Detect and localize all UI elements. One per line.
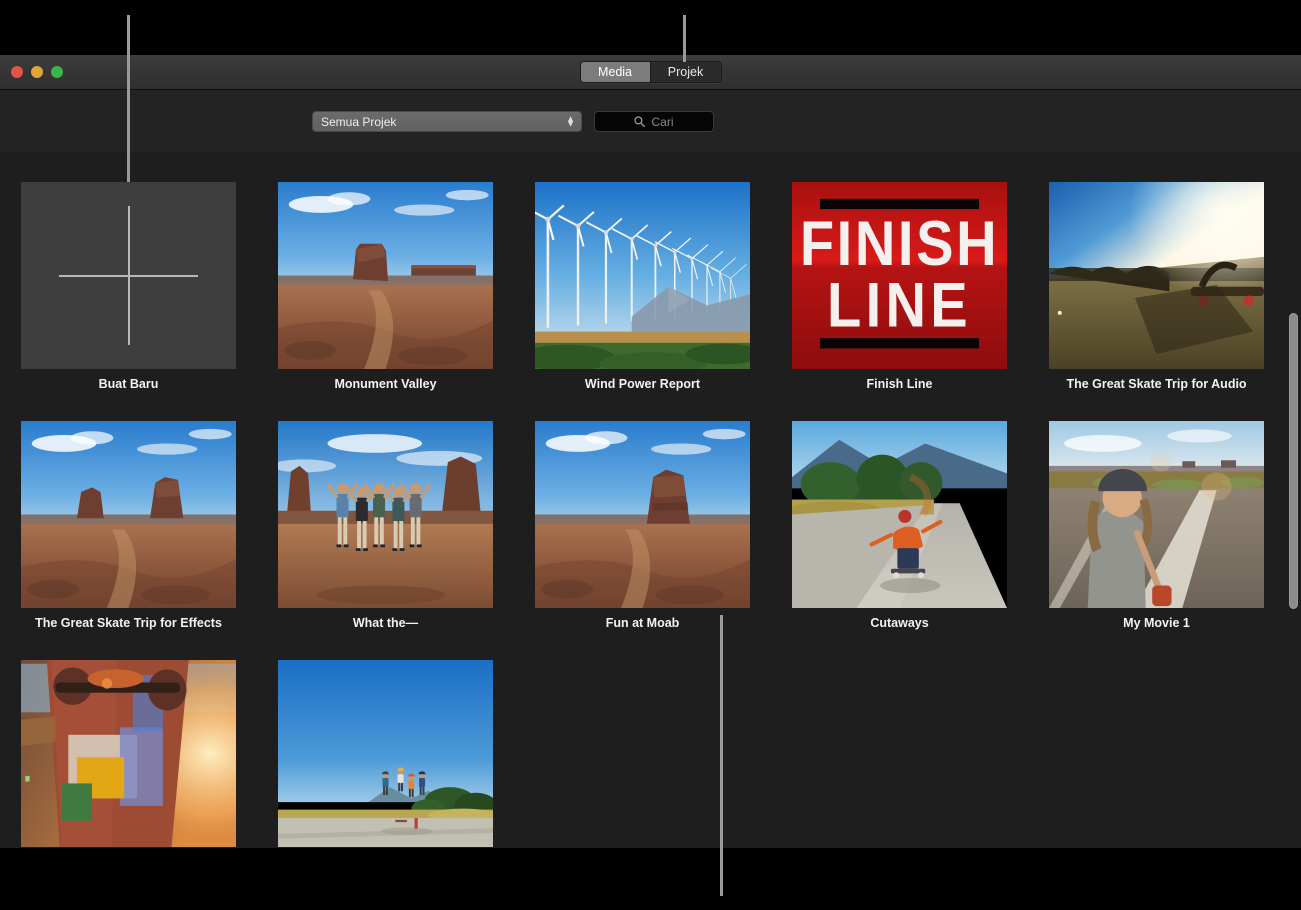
project-thumbnail-image[interactable] xyxy=(278,421,493,608)
project-thumbnail-image[interactable] xyxy=(21,660,236,847)
project-thumbnail-image[interactable] xyxy=(1049,421,1264,608)
project-thumbnail-image[interactable] xyxy=(278,182,493,369)
tab-projek[interactable]: Projek xyxy=(651,62,721,82)
project-thumbnail-wrapper xyxy=(792,421,1007,608)
project-title-label: Finish Line xyxy=(867,378,933,392)
project-grid-container[interactable]: Buat Baru Monument Valley xyxy=(0,153,1301,848)
project-tile[interactable] xyxy=(257,660,514,849)
project-thumbnail-wrapper xyxy=(21,182,236,369)
project-thumbnail-wrapper xyxy=(535,182,750,369)
project-filter-selected-value: Semua Projek xyxy=(321,115,396,129)
svg-text:LINE: LINE xyxy=(827,270,972,341)
screenshot-root: Media Projek Buat Baru xyxy=(0,0,1301,910)
project-thumbnail-image[interactable] xyxy=(535,182,750,369)
project-title-label: Monument Valley xyxy=(334,378,436,392)
project-title-label: What the— xyxy=(353,617,418,631)
callout-line-project-grid xyxy=(720,615,723,896)
project-thumbnail-image[interactable]: FINISH LINE xyxy=(792,182,1007,369)
project-tile[interactable]: Monument Valley xyxy=(257,182,514,392)
search-placeholder-text: Cari xyxy=(651,115,673,129)
close-button-icon[interactable] xyxy=(11,66,23,78)
project-title-label: Fun at Moab xyxy=(606,617,680,631)
top-black-margin xyxy=(0,0,1301,55)
project-thumbnail-image[interactable] xyxy=(278,660,493,847)
filter-and-search-row: Semua Projek ▲▼ Cari xyxy=(312,111,714,132)
new-project-tile[interactable] xyxy=(21,182,236,369)
project-title-label: Buat Baru xyxy=(99,378,159,392)
search-input[interactable]: Cari xyxy=(594,111,714,132)
minimize-button-icon[interactable] xyxy=(31,66,43,78)
project-tile[interactable]: The Great Skate Trip for Audio xyxy=(1028,182,1285,392)
bottom-black-margin xyxy=(0,848,1301,910)
plus-icon-vertical xyxy=(128,206,130,345)
chevron-updown-icon: ▲▼ xyxy=(566,116,575,127)
project-thumbnail-wrapper xyxy=(1049,421,1264,608)
project-title-label: The Great Skate Trip for Audio xyxy=(1066,378,1246,392)
project-thumbnail-image[interactable] xyxy=(1049,182,1264,369)
project-thumbnail-wrapper xyxy=(278,660,493,847)
media-projek-segmented-control[interactable]: Media Projek xyxy=(580,61,722,83)
project-filter-popup-button[interactable]: Semua Projek ▲▼ xyxy=(312,111,582,132)
project-thumbnail-wrapper xyxy=(1049,182,1264,369)
zoom-button-icon[interactable] xyxy=(51,66,63,78)
vertical-scrollbar[interactable] xyxy=(1289,313,1298,609)
tab-media[interactable]: Media xyxy=(581,62,651,82)
project-thumbnail-wrapper xyxy=(21,660,236,847)
project-thumbnail-wrapper xyxy=(278,182,493,369)
traffic-light-group xyxy=(11,66,63,78)
project-tile[interactable]: Wind Power Report xyxy=(514,182,771,392)
imovie-window: Media Projek Buat Baru xyxy=(0,55,1301,848)
svg-text:FINISH: FINISH xyxy=(800,208,999,279)
project-thumbnail-wrapper: FINISH LINE xyxy=(792,182,1007,369)
project-tile[interactable]: FINISH LINE Finish Line xyxy=(771,182,1028,392)
project-thumbnail-wrapper xyxy=(278,421,493,608)
project-title-label: The Great Skate Trip for Effects xyxy=(35,617,222,631)
project-tile[interactable]: The Great Skate Trip for Effects xyxy=(0,421,257,631)
callout-line-media-tab xyxy=(127,15,130,182)
project-tile[interactable]: My Movie 1 xyxy=(1028,421,1285,631)
project-thumbnail-wrapper xyxy=(21,421,236,608)
project-tile[interactable]: What the— xyxy=(257,421,514,631)
project-thumbnail-image[interactable] xyxy=(21,421,236,608)
project-title-label: Wind Power Report xyxy=(585,378,700,392)
callout-line-projek-tab xyxy=(683,15,686,62)
project-title-label: Cutaways xyxy=(870,617,928,631)
project-thumbnail-image[interactable] xyxy=(792,421,1007,608)
project-thumbnail-image[interactable] xyxy=(535,421,750,608)
project-tile[interactable]: Fun at Moab xyxy=(514,421,771,631)
project-tile[interactable] xyxy=(0,660,257,849)
project-thumbnail-wrapper xyxy=(535,421,750,608)
project-title-label: My Movie 1 xyxy=(1123,617,1190,631)
project-tile[interactable]: Cutaways xyxy=(771,421,1028,631)
window-titlebar: Media Projek xyxy=(0,55,1301,90)
search-icon xyxy=(634,116,645,127)
project-tile[interactable]: Buat Baru xyxy=(0,182,257,392)
project-grid: Buat Baru Monument Valley xyxy=(0,153,1285,848)
